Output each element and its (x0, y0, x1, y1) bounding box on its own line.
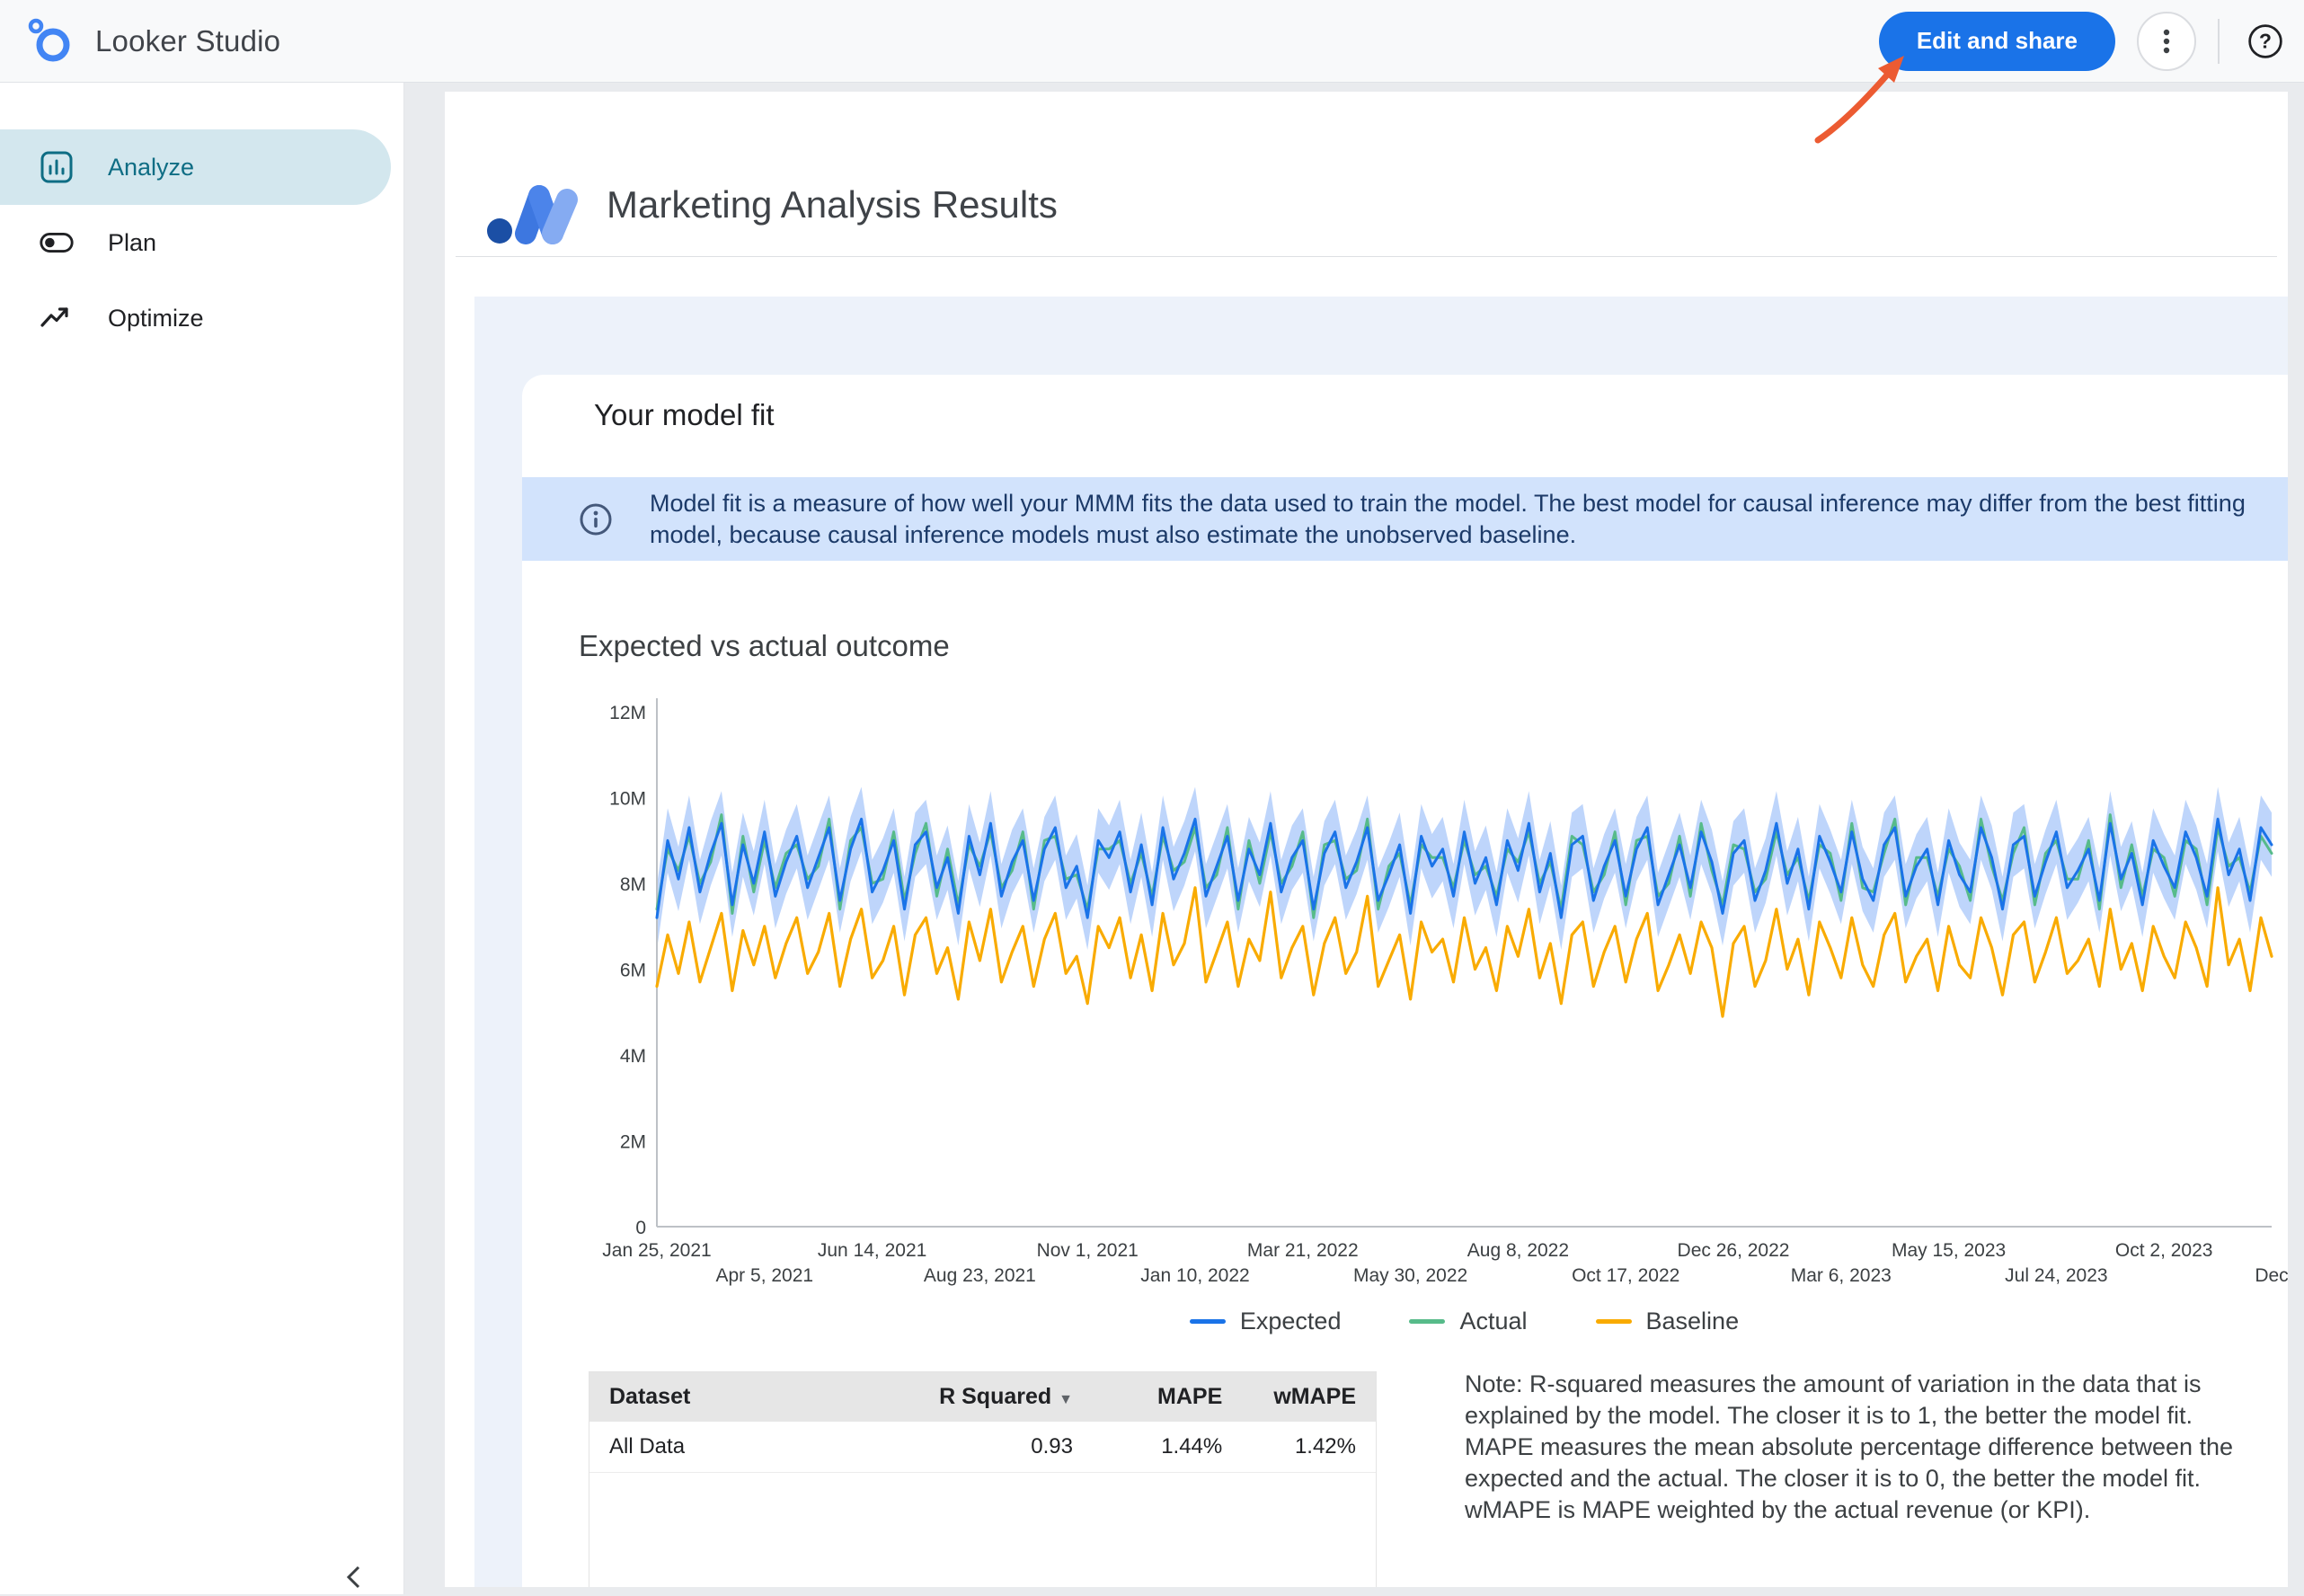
x-tick-label: Jul 24, 2023 (2005, 1265, 2107, 1286)
chart-title: Expected vs actual outcome (579, 629, 950, 663)
y-tick-label: 12M (609, 703, 646, 723)
sidebar-collapse-button[interactable] (334, 1561, 376, 1596)
report-title: Marketing Analysis Results (607, 183, 1058, 226)
topbar-actions: Edit and share ? (1879, 12, 2290, 71)
x-tick-label: Oct 2, 2023 (2115, 1240, 2213, 1261)
expected-vs-actual-chart: 02M4M6M8M10M12MJan 25, 2021Apr 5, 2021Ju… (522, 671, 2288, 1300)
sidebar-item-label: Plan (108, 229, 156, 257)
report-header: Marketing Analysis Results (486, 164, 1058, 246)
x-tick-label: May 30, 2022 (1353, 1265, 1467, 1286)
y-tick-label: 8M (620, 874, 646, 895)
report-canvas: Your model fit Model fit is a measure of… (474, 297, 2288, 1587)
x-tick-label: Jun 14, 2021 (818, 1240, 926, 1261)
topbar-brand: Looker Studio (25, 15, 280, 67)
x-tick-label: Apr 5, 2021 (716, 1265, 814, 1286)
app-title: Looker Studio (95, 24, 280, 58)
sidebar-nav: Analyze Plan Optimize (0, 83, 403, 356)
y-tick-label: 10M (609, 789, 646, 810)
meridian-logo-icon (486, 164, 581, 246)
info-banner-text: Model fit is a measure of how well your … (650, 488, 2246, 551)
column-header-label: MAPE (1157, 1384, 1222, 1409)
info-icon (578, 501, 614, 537)
help-circle-icon: ? (2246, 21, 2284, 62)
y-tick-label: 4M (620, 1046, 646, 1067)
y-tick-label: 0 (635, 1218, 646, 1238)
sidebar-item-label: Optimize (108, 305, 204, 332)
column-header-label: wMAPE (1273, 1384, 1356, 1409)
table-cell: All Data (589, 1422, 889, 1473)
legend-label: Expected (1240, 1308, 1342, 1335)
sidebar-item-label: Analyze (108, 154, 194, 182)
x-tick-label: Aug 8, 2022 (1467, 1240, 1569, 1261)
optimize-trending-icon (38, 299, 75, 337)
more-options-button[interactable] (2137, 12, 2196, 71)
edit-and-share-button[interactable]: Edit and share (1879, 12, 2115, 71)
legend-label: Baseline (1646, 1308, 1740, 1335)
column-header-dataset[interactable]: Dataset (589, 1372, 889, 1422)
x-tick-label: Jan 25, 2021 (602, 1240, 711, 1261)
card-title: Your model fit (594, 398, 775, 432)
legend-item-baseline: Baseline (1596, 1308, 1740, 1335)
topbar: Looker Studio Edit and share ? (0, 0, 2304, 83)
sidebar-item-analyze[interactable]: Analyze (0, 129, 391, 205)
svg-text:?: ? (2259, 29, 2272, 52)
header-divider (456, 256, 2277, 257)
table-cell: 1.42% (1242, 1422, 1376, 1473)
sidebar-item-optimize[interactable]: Optimize (0, 280, 391, 356)
x-tick-label: Mar 6, 2023 (1791, 1265, 1892, 1286)
chart-legend: Expected Actual Baseline (657, 1305, 2272, 1337)
model-fit-card: Your model fit Model fit is a measure of… (522, 375, 2288, 1587)
legend-swatch-icon (1409, 1319, 1445, 1324)
main-area: Marketing Analysis Results Your model fi… (404, 83, 2304, 1594)
topbar-divider (2218, 19, 2220, 64)
column-header-label: R Squared (939, 1384, 1051, 1409)
sort-desc-icon: ▼ (1059, 1392, 1073, 1407)
legend-swatch-icon (1596, 1319, 1632, 1324)
info-banner: Model fit is a measure of how well your … (522, 477, 2288, 561)
report-page: Marketing Analysis Results Your model fi… (445, 92, 2288, 1587)
table-cell: 0.93 (889, 1422, 1094, 1473)
table-header-row: Dataset R Squared ▼ MAPE wMAPE (589, 1372, 1376, 1422)
table-row: All Data0.931.44%1.42% (589, 1422, 1376, 1473)
looker-studio-logo-icon (25, 15, 77, 67)
x-tick-label: Mar 21, 2022 (1247, 1240, 1359, 1261)
sidebar-item-plan[interactable]: Plan (0, 205, 391, 280)
x-tick-label: Jan 10, 2022 (1140, 1265, 1249, 1286)
model-fit-table-grid: DatasetR Squared▼MAPEwMAPEAll Data0.931.… (589, 1372, 1376, 1473)
legend-label: Actual (1459, 1308, 1527, 1335)
column-header-wmape[interactable]: wMAPE (1242, 1372, 1376, 1422)
sidebar: Analyze Plan Optimize (0, 83, 404, 1594)
note-text: Note: R-squared measures the amount of v… (1465, 1369, 2248, 1526)
x-tick-label: Dec (2255, 1265, 2288, 1286)
y-tick-label: 6M (620, 961, 646, 981)
analyze-chart-icon (38, 148, 75, 186)
table-cell: 1.44% (1093, 1422, 1242, 1473)
x-tick-label: May 15, 2023 (1892, 1240, 2006, 1261)
kebab-menu-icon (2151, 26, 2182, 57)
column-header-label: Dataset (609, 1384, 690, 1409)
legend-item-expected: Expected (1190, 1308, 1342, 1335)
x-tick-label: Oct 17, 2022 (1572, 1265, 1679, 1286)
x-tick-label: Aug 23, 2021 (924, 1265, 1036, 1286)
x-tick-label: Dec 26, 2022 (1678, 1240, 1790, 1261)
x-tick-label: Nov 1, 2021 (1037, 1240, 1139, 1261)
column-header-r-squared[interactable]: R Squared ▼ (889, 1372, 1094, 1422)
help-button[interactable]: ? (2241, 17, 2290, 66)
model-fit-table: DatasetR Squared▼MAPEwMAPEAll Data0.931.… (589, 1371, 1377, 1587)
plan-toggle-icon (38, 224, 75, 262)
column-header-mape[interactable]: MAPE (1093, 1372, 1242, 1422)
legend-item-actual: Actual (1409, 1308, 1527, 1335)
chevron-left-icon (340, 1562, 370, 1592)
legend-swatch-icon (1190, 1319, 1226, 1324)
y-tick-label: 2M (620, 1132, 646, 1153)
